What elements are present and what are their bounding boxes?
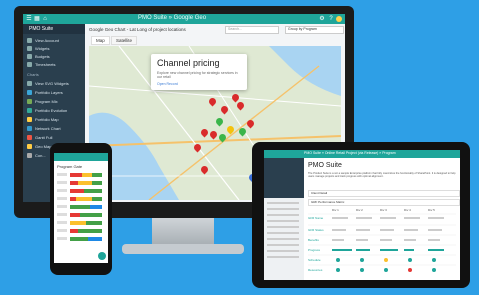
sidebar-item[interactable]: Portfolio Map	[27, 117, 59, 122]
fab-button[interactable]	[98, 252, 106, 260]
item-icon	[27, 135, 32, 140]
popup-title: Channel pricing	[157, 58, 220, 68]
sidebar-item[interactable]: Gantt Full	[27, 135, 52, 140]
phone-topbar	[54, 153, 108, 161]
tab-satellite[interactable]: Satellite	[111, 36, 138, 45]
sidebar-item[interactable]: Portfolio Layers	[27, 90, 63, 95]
client-detail-section[interactable]: Client Detail	[308, 190, 460, 197]
sidebar-item[interactable]: Timesheets	[27, 62, 56, 67]
item-icon	[27, 117, 32, 122]
popup-description: Explore new channel pricing for strategi…	[157, 71, 238, 79]
home-icon[interactable]: ⌂	[42, 16, 48, 22]
tablet-screen: PMO Suite » Online Retail Project (via R…	[264, 150, 460, 280]
performance-table: Div 1 Div 2 Div 3 Div 4 Div 5 GFR Name G…	[308, 208, 456, 278]
app-title: PMO Suite » Google Geo	[138, 15, 207, 21]
search-input[interactable]: Search...	[225, 26, 279, 34]
item-icon	[27, 46, 32, 51]
tablet-app-title: PMO Suite » Online Retail Project (via R…	[304, 151, 396, 155]
table-grid	[308, 213, 456, 272]
phone-device: Program Gate	[50, 143, 112, 275]
phone-title: Program Gate	[57, 164, 83, 169]
sidebar-header: PMO Suite	[23, 24, 85, 34]
item-icon	[27, 81, 32, 86]
avatar[interactable]	[336, 16, 342, 22]
performance-section[interactable]: GRF Performance Matrix	[308, 199, 460, 206]
item-icon	[27, 38, 32, 43]
grid-icon[interactable]: ▦	[34, 16, 40, 22]
tablet-intro: The Product Suite is a not a sample Ente…	[308, 172, 456, 179]
popup-link[interactable]: Open Record	[157, 82, 178, 86]
sidebar-item[interactable]: Budgets	[27, 54, 50, 59]
item-icon	[27, 144, 32, 149]
item-icon	[27, 62, 32, 67]
item-icon	[27, 54, 32, 59]
sidebar-item[interactable]: Portfolio Evolution	[27, 108, 67, 113]
item-icon	[27, 153, 32, 158]
tablet-device: PMO Suite » Online Retail Project (via R…	[252, 142, 470, 288]
sidebar-section-label: Charts	[27, 72, 39, 77]
tablet-page-title: PMO Suite	[308, 162, 342, 169]
sidebar-item[interactable]: Program Mix	[27, 99, 58, 104]
sidebar-item[interactable]: Network Chart	[27, 126, 61, 131]
info-popup: Channel pricing Explore new channel pric…	[151, 54, 247, 90]
sidebar-item[interactable]: Geo Map	[27, 144, 51, 149]
monitor-base	[122, 244, 244, 254]
item-icon	[27, 90, 32, 95]
sidebar-item[interactable]: View SVG Widgets	[27, 81, 69, 86]
app-topbar: ☰ ▦ ⌂ PMO Suite » Google Geo ⚙ ?	[23, 14, 345, 24]
phone-bar-list	[57, 173, 102, 241]
item-icon	[27, 126, 32, 131]
sidebar-item[interactable]: View Account	[27, 38, 59, 43]
monitor-stand	[152, 218, 214, 244]
menu-icon[interactable]: ☰	[26, 16, 32, 22]
settings-icon[interactable]: ⚙	[319, 16, 325, 22]
tablet-sidebar	[264, 158, 304, 280]
item-icon	[27, 108, 32, 113]
breadcrumb: Google Geo Chart - Lat Long of project l…	[89, 27, 186, 32]
item-icon	[27, 99, 32, 104]
tablet-sidebar-top	[264, 158, 304, 198]
phone-screen: Program Gate	[54, 153, 108, 263]
help-icon[interactable]: ?	[328, 16, 334, 22]
tablet-topbar: PMO Suite » Online Retail Project (via R…	[264, 150, 460, 158]
sidebar-item[interactable]: Con...	[27, 153, 46, 158]
tab-map[interactable]: Map	[91, 36, 110, 45]
sidebar-item[interactable]: Widgets	[27, 46, 49, 51]
group-by-select[interactable]: Group by Program	[285, 26, 344, 34]
